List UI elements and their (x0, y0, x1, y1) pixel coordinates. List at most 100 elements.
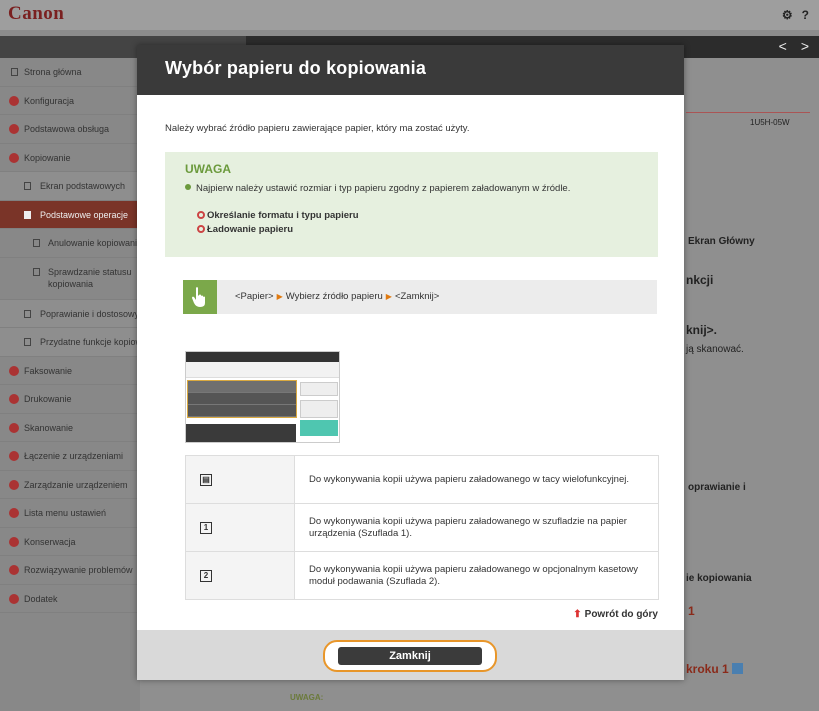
thumb-toolbar (186, 362, 339, 378)
thumb-button (300, 400, 338, 418)
dialog-title: Wybór papieru do kopiowania (165, 58, 427, 78)
note-text: Najpierw należy ustawić rozmiar i typ pa… (185, 183, 645, 195)
prev-page-icon[interactable]: < (779, 38, 787, 54)
top-bar: Canon ⚙? (0, 0, 819, 30)
thumb-button (300, 382, 338, 396)
sidebar-item-connecting[interactable]: Łączenie z urządzeniami (0, 442, 140, 471)
sidebar-item-label: Ekran podstawowych (40, 181, 126, 191)
table-cell: 2 (185, 551, 295, 600)
bullet-icon (9, 593, 19, 604)
thumb-titlebar (186, 352, 339, 362)
table-row: 2 Do wykonywania kopii używa papieru zał… (185, 551, 659, 600)
paper-selection-dialog: Wybór papieru do kopiowania Należy wybra… (137, 45, 684, 680)
table-cell: Do wykonywania kopii używa papieru załad… (294, 455, 659, 504)
bullet-icon (9, 422, 19, 433)
sidebar-item-label: Łączenie z urządzeniami (24, 451, 124, 461)
gear-icon[interactable]: ⚙ (782, 8, 793, 22)
table-cell: Do wykonywania kopii używa papieru załad… (294, 551, 659, 600)
sidebar-item-settings-menu[interactable]: Lista menu ustawień (0, 499, 140, 528)
path-step-paper: <Papier> (235, 291, 274, 302)
bg-home-screen: Ekran Główny (688, 236, 755, 247)
back-to-top-link[interactable]: ⬆ Powrót do góry (573, 609, 658, 620)
sidebar-item-home[interactable]: Strona główna (0, 58, 140, 87)
path-step-close: <Zamknij> (394, 291, 440, 302)
arrow-up-icon: ⬆ (573, 609, 582, 620)
link-paper-format[interactable]: Określanie formatu i typu papieru (197, 210, 359, 221)
screen-thumbnail (185, 351, 340, 443)
sidebar-item-cancel-copying[interactable]: Anulowanie kopiowania (0, 229, 140, 258)
sidebar-item-basic-screen[interactable]: Ekran podstawowych (0, 172, 140, 201)
thumb-row (188, 405, 296, 417)
note-text-content: Najpierw należy ustawić rozmiar i typ pa… (196, 183, 571, 194)
link-loading-paper[interactable]: Ładowanie papieru (197, 224, 293, 235)
sidebar-item-copying[interactable]: Kopiowanie (0, 144, 140, 172)
bullet-icon (9, 365, 19, 376)
bullet-icon (9, 95, 19, 106)
close-button[interactable]: Zamknij (338, 647, 482, 665)
dialog-footer: Zamknij (137, 630, 684, 680)
sidebar-item-management[interactable]: Zarządzanie urządzeniem (0, 471, 140, 499)
sidebar-item-fax[interactable]: Faksowanie (0, 357, 140, 385)
sidebar-item-adjusting[interactable]: Poprawianie i dostosowywanie (0, 299, 140, 328)
sidebar-item-label: Drukowanie (24, 394, 72, 404)
square-icon (24, 338, 31, 346)
sidebar-item-label: Faksowanie (24, 365, 73, 376)
table-cell: ▤ (185, 455, 295, 504)
divider (686, 112, 810, 113)
sidebar-item-label: Konfiguracja (24, 95, 75, 106)
page-navigation: < > (765, 38, 809, 54)
table-cell: 1 (185, 503, 295, 552)
sidebar-item-label: Strona główna (24, 67, 82, 77)
bg-adjust: oprawianie i (688, 482, 746, 493)
sidebar-item-label: Skanowanie (24, 422, 74, 433)
bullet-icon (9, 508, 19, 518)
hand-tap-icon (183, 280, 217, 314)
close-button-highlight: Zamknij (323, 640, 497, 672)
sidebar-item-label: Kopiowanie (24, 152, 71, 163)
bullet-icon (9, 536, 19, 547)
help-icon[interactable]: ? (802, 8, 809, 22)
sidebar-item-useful-functions[interactable]: Przydatne funkcje kopiowania (0, 328, 140, 357)
step-icon (732, 663, 744, 674)
sidebar-item-appendix[interactable]: Dodatek (0, 585, 140, 613)
square-icon (11, 68, 18, 76)
thumb-paper-list (187, 380, 297, 418)
sidebar-item-scanning[interactable]: Skanowanie (0, 414, 140, 442)
sidebar-item-label: Lista menu ustawień (24, 508, 107, 518)
square-icon (24, 182, 31, 190)
sidebar-item-label: Konserwacja (24, 536, 76, 547)
paper-source-table: ▤ Do wykonywania kopii używa papieru zał… (185, 455, 659, 600)
dialog-intro: Należy wybrać źródło papieru zawierające… (165, 123, 470, 134)
sidebar-item-maintenance[interactable]: Konserwacja (0, 528, 140, 556)
bullet-icon (185, 184, 191, 190)
sidebar-item-troubleshooting[interactable]: Rozwiązywanie problemów (0, 556, 140, 585)
bg-copying: ie kopiowania (686, 573, 752, 584)
drawer-2-icon: 2 (200, 569, 212, 582)
bg-step-text: kroku 1 (686, 662, 729, 676)
square-icon (33, 267, 40, 276)
sidebar-item-check-status[interactable]: Sprawdzanie statusu kopiowania (0, 258, 140, 300)
dialog-header: Wybór papieru do kopiowania (137, 45, 684, 95)
canon-logo: Canon (8, 3, 65, 24)
sidebar-item-configuration[interactable]: Konfiguracja (0, 87, 140, 115)
sidebar-item-label: Dodatek (24, 593, 58, 604)
bg-uwaga: UWAGA: (290, 693, 324, 702)
sidebar-item-label: Sprawdzanie statusu kopiowania (48, 266, 132, 289)
sidebar-item-label: Rozwiązywanie problemów (24, 565, 133, 575)
table-row: ▤ Do wykonywania kopii używa papieru zał… (185, 455, 659, 504)
square-icon (24, 210, 31, 219)
bullet-icon (9, 394, 19, 404)
sidebar-item-basic-operations[interactable]: Podstawowe operacje (0, 200, 140, 229)
table-cell: Do wykonywania kopii używa papieru załad… (294, 503, 659, 552)
sidebar-item-printing[interactable]: Drukowanie (0, 385, 140, 414)
bg-step-link[interactable]: kroku 1 (686, 662, 744, 676)
sidebar-item-label: Przydatne funkcje kopiowania (40, 337, 140, 347)
sidebar-item-basic-operation[interactable]: Podstawowa obsługa (0, 115, 140, 144)
link-label: Określanie formatu i typu papieru (207, 210, 359, 221)
sidebar-item-label: Zarządzanie urządzeniem (24, 479, 128, 490)
bg-functions: nkcji (686, 273, 714, 287)
thumb-row (188, 381, 296, 393)
sidebar: Strona główna Konfiguracja Podstawowa ob… (0, 58, 140, 711)
arrow-icon: ▶ (276, 292, 283, 301)
next-page-icon[interactable]: > (801, 38, 809, 54)
